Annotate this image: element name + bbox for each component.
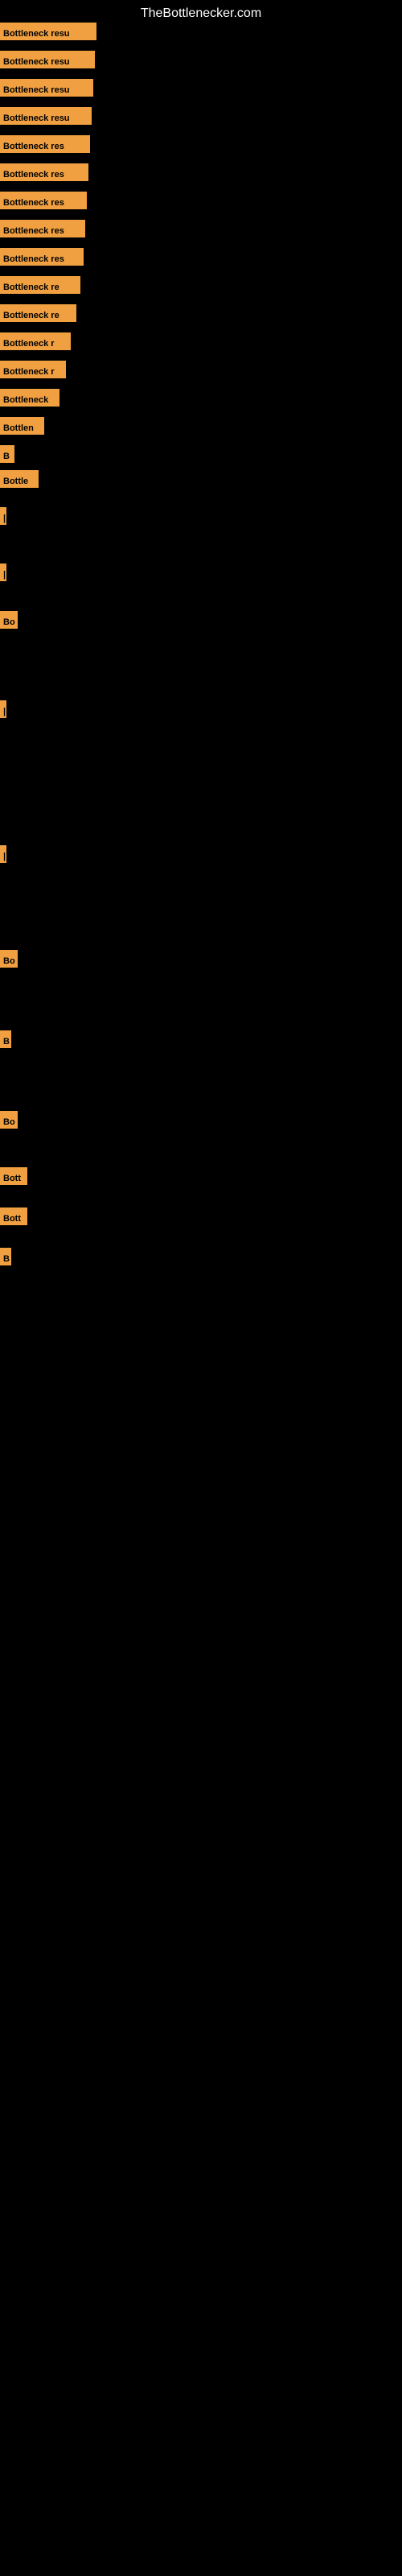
bar-item-23: Bo (0, 950, 18, 968)
bar-label-27: Bott (0, 1208, 27, 1225)
bar-label-21: | (0, 700, 6, 718)
bar-item-10: Bottleneck re (0, 276, 80, 294)
bar-item-22: | (0, 845, 6, 863)
bar-label-7: Bottleneck res (0, 192, 87, 209)
bar-item-13: Bottleneck r (0, 361, 66, 378)
bar-label-22: | (0, 845, 6, 863)
bar-label-13: Bottleneck r (0, 361, 66, 378)
bar-label-25: Bo (0, 1111, 18, 1129)
bar-label-19: | (0, 564, 6, 581)
bar-item-9: Bottleneck res (0, 248, 84, 266)
bar-item-1: Bottleneck resu (0, 23, 96, 40)
bar-item-25: Bo (0, 1111, 18, 1129)
bar-item-17: Bottle (0, 470, 39, 488)
bar-item-24: B (0, 1030, 11, 1048)
bar-label-8: Bottleneck res (0, 220, 85, 237)
bar-label-28: B (0, 1248, 11, 1265)
bar-item-21: | (0, 700, 6, 718)
bar-label-14: Bottleneck (0, 389, 59, 407)
bar-item-18: | (0, 507, 6, 525)
bar-item-26: Bott (0, 1167, 27, 1185)
bar-label-4: Bottleneck resu (0, 107, 92, 125)
bar-item-5: Bottleneck res (0, 135, 90, 153)
bar-label-6: Bottleneck res (0, 163, 88, 181)
bar-item-8: Bottleneck res (0, 220, 85, 237)
bar-label-2: Bottleneck resu (0, 51, 95, 68)
bar-label-5: Bottleneck res (0, 135, 90, 153)
bar-label-10: Bottleneck re (0, 276, 80, 294)
bar-label-16: B (0, 445, 14, 463)
bar-label-17: Bottle (0, 470, 39, 488)
bar-item-19: | (0, 564, 6, 581)
bar-label-18: | (0, 507, 6, 525)
bar-item-6: Bottleneck res (0, 163, 88, 181)
bar-label-1: Bottleneck resu (0, 23, 96, 40)
bar-label-9: Bottleneck res (0, 248, 84, 266)
bar-label-12: Bottleneck r (0, 332, 71, 350)
bar-label-26: Bott (0, 1167, 27, 1185)
bar-label-20: Bo (0, 611, 18, 629)
bar-item-3: Bottleneck resu (0, 79, 93, 97)
bar-item-28: B (0, 1248, 11, 1265)
bar-item-2: Bottleneck resu (0, 51, 95, 68)
bar-item-20: Bo (0, 611, 18, 629)
bar-label-3: Bottleneck resu (0, 79, 93, 97)
bar-item-15: Bottlen (0, 417, 44, 435)
bar-item-12: Bottleneck r (0, 332, 71, 350)
bar-item-4: Bottleneck resu (0, 107, 92, 125)
bar-item-11: Bottleneck re (0, 304, 76, 322)
bar-label-15: Bottlen (0, 417, 44, 435)
bar-item-7: Bottleneck res (0, 192, 87, 209)
bar-item-16: B (0, 445, 14, 463)
bar-label-24: B (0, 1030, 11, 1048)
bar-item-27: Bott (0, 1208, 27, 1225)
bar-label-11: Bottleneck re (0, 304, 76, 322)
bar-label-23: Bo (0, 950, 18, 968)
bar-item-14: Bottleneck (0, 389, 59, 407)
